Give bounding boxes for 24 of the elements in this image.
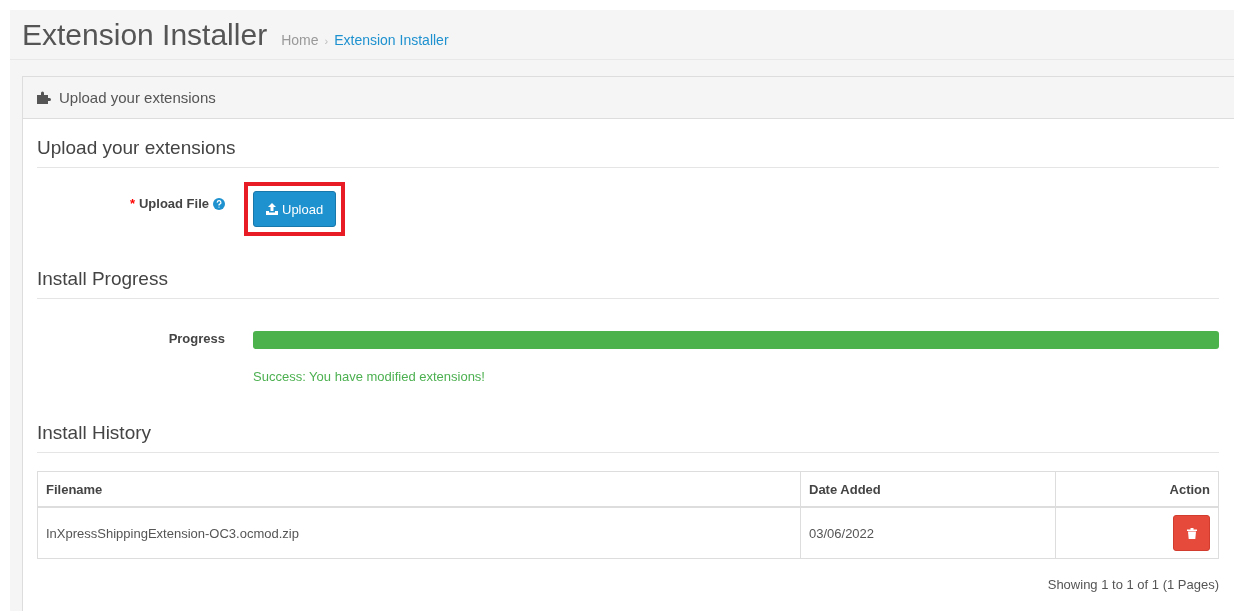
- breadcrumb-link[interactable]: Home: [281, 32, 319, 48]
- field-label: Progress: [168, 331, 225, 346]
- panel-title: Upload your extensions: [59, 89, 216, 106]
- section-heading: Upload your extensions: [37, 119, 1219, 168]
- breadcrumb-separator-icon: ›: [324, 35, 329, 47]
- table-cell: 03/06/2022: [800, 507, 1056, 559]
- success-message: Success: You have modified extensions!: [253, 369, 486, 384]
- help-icon: [213, 197, 225, 210]
- puzzle-icon: [37, 91, 51, 104]
- page-title: Extension Installer: [22, 18, 268, 52]
- section-heading: Install History: [37, 398, 1219, 453]
- table-cell: InXpressShippingExtension-OC3.ocmod.zip: [37, 507, 801, 559]
- upload-icon: [266, 203, 278, 215]
- pagination-text: Showing 1 to 1 of 1 (1 Pages): [1047, 577, 1219, 592]
- trash-icon: [1186, 527, 1197, 539]
- upload-button[interactable]: Upload: [253, 191, 337, 227]
- field-label: Upload File: [138, 196, 209, 211]
- column-header: Date Added: [800, 471, 1056, 507]
- column-header: Action: [1055, 471, 1219, 507]
- required-mark: *: [129, 196, 135, 211]
- delete-button[interactable]: [1173, 515, 1210, 551]
- column-header: Filename: [37, 471, 801, 507]
- section-heading: Install Progress: [37, 250, 1219, 299]
- breadcrumb-link[interactable]: Extension Installer: [334, 32, 449, 48]
